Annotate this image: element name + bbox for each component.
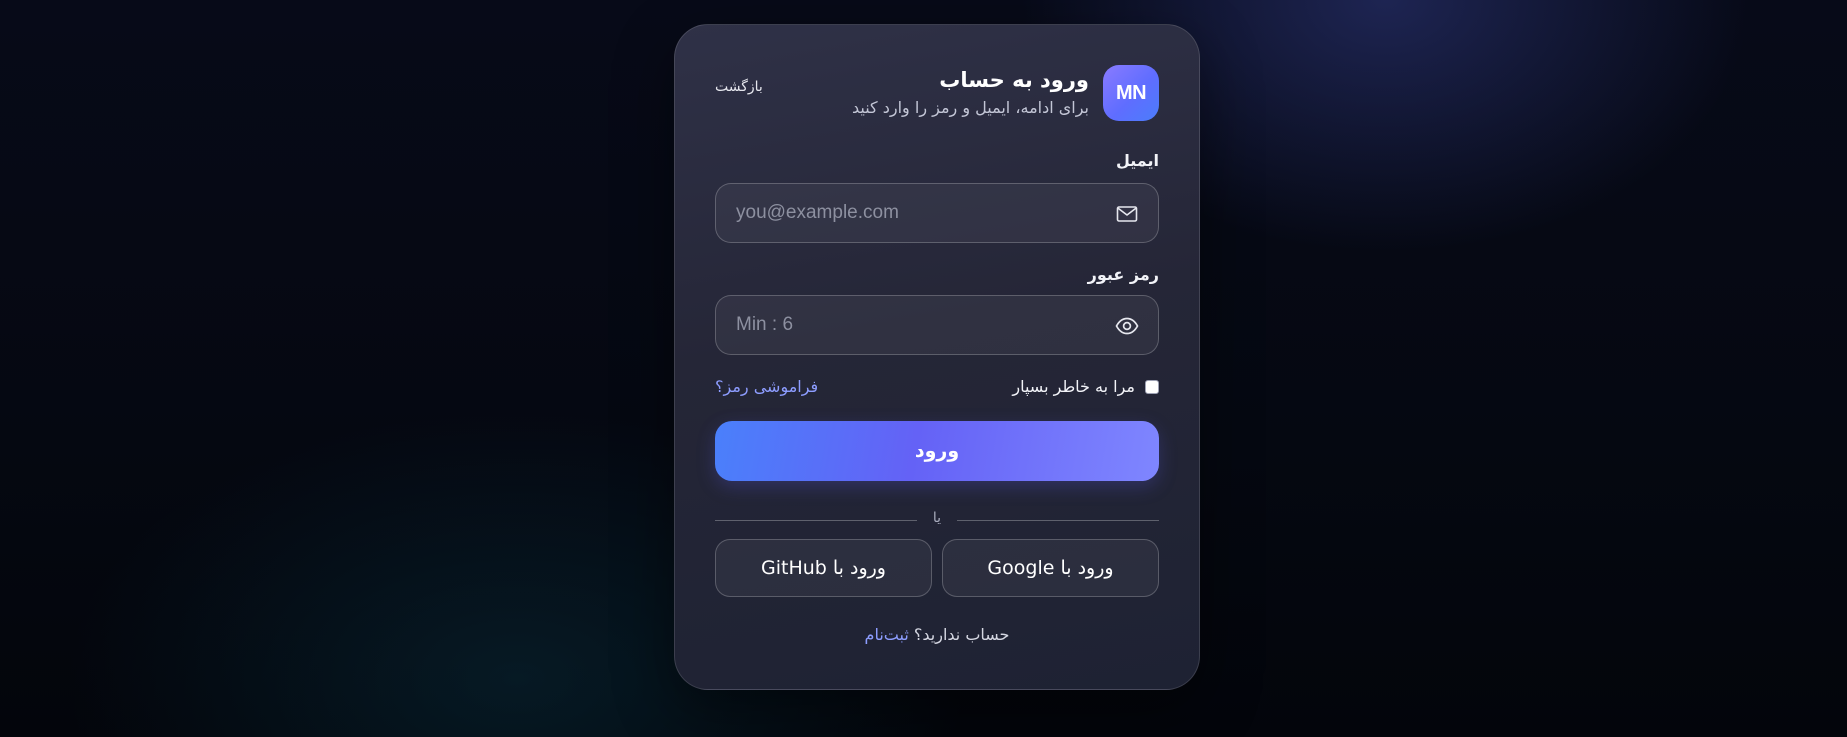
options-row: مرا به خاطر بسپار فراموشی رمز؟ (715, 377, 1159, 401)
password-input[interactable] (716, 296, 1158, 354)
remember-checkbox[interactable] (1145, 379, 1159, 394)
google-login-button[interactable]: ورود با Google (942, 539, 1159, 597)
back-link[interactable]: بازگشت (715, 79, 763, 95)
or-divider: یا (715, 510, 1159, 530)
password-field (715, 295, 1159, 355)
header-titles: ورود به حساب برای ادامه، ایمیل و رمز را … (852, 65, 1089, 121)
login-card: MN ورود به حساب برای ادامه، ایمیل و رمز … (674, 24, 1200, 690)
email-label: ایمیل (1115, 151, 1159, 170)
divider-text: یا (932, 510, 942, 526)
remember-label: مرا به خاطر بسپار (1012, 377, 1135, 396)
password-label: رمز عبور (1087, 265, 1159, 284)
email-input[interactable] (716, 184, 1158, 242)
eye-icon[interactable] (1114, 313, 1140, 339)
signup-row: حساب ندارید؟ ثبت‌نام (675, 625, 1199, 644)
login-button[interactable]: ورود (715, 421, 1159, 481)
remember-me[interactable]: مرا به خاطر بسپار (1012, 377, 1159, 396)
email-field (715, 183, 1159, 243)
signup-text: حساب ندارید؟ (913, 625, 1010, 644)
forgot-password-link[interactable]: فراموشی رمز؟ (715, 377, 818, 396)
page-title: ورود به حساب (939, 68, 1089, 92)
card-header: MN ورود به حساب برای ادامه، ایمیل و رمز … (715, 65, 1159, 121)
github-login-button[interactable]: ورود با GitHub (715, 539, 932, 597)
brand-avatar: MN (1103, 65, 1159, 121)
page-subtitle: برای ادامه، ایمیل و رمز را وارد کنید (852, 98, 1089, 117)
mail-icon (1114, 201, 1140, 227)
signup-link[interactable]: ثبت‌نام (865, 625, 909, 644)
